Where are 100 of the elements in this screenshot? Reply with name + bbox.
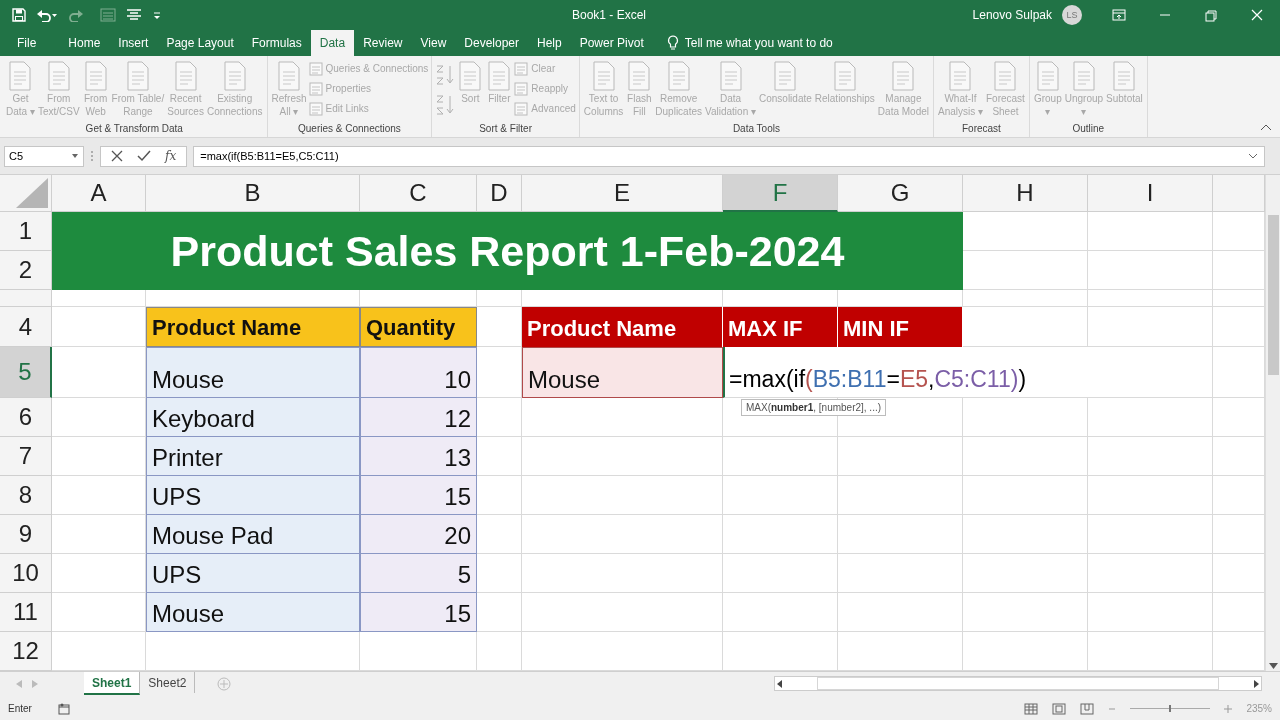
column-header[interactable]: B — [146, 175, 360, 212]
restore-icon[interactable] — [1203, 8, 1219, 22]
ribbon-tab[interactable]: Data — [310, 30, 355, 56]
slider-thumb[interactable] — [1169, 705, 1172, 712]
close-icon[interactable] — [1249, 8, 1265, 22]
row-header[interactable]: 4 — [0, 307, 52, 347]
column-header[interactable]: E — [522, 175, 723, 212]
ribbon-tab[interactable]: File — [8, 30, 46, 56]
table-header-cell: MAX IF — [723, 307, 838, 347]
document-icon — [486, 60, 513, 92]
page-break-view-icon[interactable] — [1080, 702, 1095, 715]
window-title: Book1 - Excel — [572, 8, 648, 22]
save-icon[interactable] — [12, 8, 26, 22]
column-header[interactable]: H — [963, 175, 1088, 212]
document-icon — [992, 60, 1019, 92]
column-header[interactable]: A — [52, 175, 146, 212]
ribbon-tab[interactable]: Developer — [455, 30, 528, 56]
group-label: Data Tools — [731, 123, 781, 136]
group-label: Forecast — [961, 123, 1002, 136]
previous-sheet-icon[interactable] — [16, 680, 22, 688]
select-all-icon[interactable] — [16, 178, 48, 208]
row-header[interactable]: 1 — [0, 212, 52, 251]
column-header[interactable]: F — [723, 175, 838, 212]
document-icon — [590, 60, 617, 92]
row-header[interactable]: 11 — [0, 593, 52, 632]
document-icon — [831, 60, 858, 92]
group-label: Outline — [1071, 123, 1106, 136]
document-icon — [457, 60, 484, 92]
formula-cell[interactable]: =max(if(B5:B11=E5,C5:C11)) — [723, 347, 1088, 398]
grip-icon — [90, 149, 94, 163]
normal-view-icon[interactable] — [1024, 702, 1039, 715]
table-cell: 15 — [360, 593, 477, 632]
document-icon — [7, 60, 34, 92]
scroll-down-icon[interactable] — [1268, 663, 1278, 669]
sheet-tab[interactable]: Sheet1 — [84, 672, 141, 695]
document-icon — [890, 60, 917, 92]
row-header[interactable]: 12 — [0, 632, 52, 671]
undo-icon[interactable] — [36, 8, 58, 22]
table-cell: Keyboard — [146, 398, 360, 437]
cancel-icon[interactable] — [111, 150, 123, 162]
row-header[interactable]: 9 — [0, 515, 52, 554]
status-mode: Enter — [8, 703, 32, 714]
tell-me-field[interactable]: Tell me what you want to do — [684, 36, 833, 50]
table-cell: Mouse Pad — [146, 515, 360, 554]
page-layout-view-icon[interactable] — [1052, 702, 1067, 715]
ribbon-tab[interactable]: Review — [354, 30, 412, 56]
table-cell: 5 — [360, 554, 477, 593]
row-header[interactable]: 10 — [0, 554, 52, 593]
insert-function-button[interactable]: fx — [165, 149, 177, 163]
table-header-cell: MIN IF — [838, 307, 963, 347]
user-avatar[interactable]: LS — [1062, 5, 1082, 25]
document-icon — [221, 60, 248, 92]
document-icon — [665, 60, 692, 92]
table-header-cell: Product Name — [522, 307, 723, 347]
document-icon — [1070, 60, 1097, 92]
ribbon-tab[interactable]: Home — [59, 30, 110, 56]
row-header[interactable]: 8 — [0, 476, 52, 515]
next-sheet-icon[interactable] — [32, 680, 38, 688]
collapse-ribbon-icon[interactable] — [1260, 123, 1272, 131]
ribbon-tab[interactable]: View — [411, 30, 456, 56]
ribbon-tab[interactable]: Page Layout — [157, 30, 243, 56]
sheet-tab[interactable]: Sheet2 — [140, 672, 196, 693]
macro-record-icon[interactable] — [57, 702, 70, 715]
scroll-thumb[interactable] — [1267, 215, 1279, 375]
document-icon — [717, 60, 744, 92]
row-header[interactable]: 5 — [0, 347, 52, 398]
table-cell: Mouse — [522, 347, 723, 398]
form-icon[interactable] — [100, 8, 116, 22]
function-tooltip: MAX(number1, [number2], ...) — [741, 399, 887, 416]
ribbon-display-icon[interactable] — [1111, 8, 1127, 22]
expand-icon[interactable] — [1248, 153, 1258, 159]
align-icon[interactable] — [126, 8, 142, 22]
document-icon — [1111, 60, 1138, 92]
table-cell: UPS — [146, 554, 360, 593]
enter-check-icon[interactable] — [137, 150, 151, 162]
ribbon-tab[interactable]: Formulas — [242, 30, 311, 56]
caret-icon — [71, 153, 79, 159]
ribbon-tab[interactable]: Help — [528, 30, 571, 56]
row-header[interactable]: 2 — [0, 251, 52, 290]
row-header[interactable]: 6 — [0, 398, 52, 437]
table-header-cell: Quantity — [360, 307, 477, 347]
document-icon — [1034, 60, 1061, 92]
name-box[interactable]: C5 — [4, 145, 84, 167]
column-header[interactable]: I — [1088, 175, 1213, 212]
column-header[interactable]: C — [360, 175, 477, 212]
column-header[interactable]: G — [838, 175, 963, 212]
column-header[interactable]: D — [477, 175, 522, 212]
zoom-in-icon[interactable] — [1224, 704, 1233, 713]
ribbon-tab[interactable]: Power Pivot — [570, 30, 653, 56]
table-cell: Mouse — [146, 347, 360, 398]
ribbon-tab[interactable]: Insert — [109, 30, 158, 56]
horizontal-scrollbar[interactable] — [774, 676, 1262, 691]
vertical-scrollbar[interactable] — [1265, 175, 1280, 671]
document-icon — [82, 60, 109, 92]
table-cell: 15 — [360, 476, 477, 515]
scroll-left-icon[interactable] — [777, 679, 782, 688]
document-icon — [772, 60, 799, 92]
row-header[interactable]: 7 — [0, 437, 52, 476]
scroll-right-icon[interactable] — [1254, 679, 1259, 688]
formula-field[interactable]: =max(if(B5:B11=E5,C5:C11) — [193, 145, 1265, 167]
